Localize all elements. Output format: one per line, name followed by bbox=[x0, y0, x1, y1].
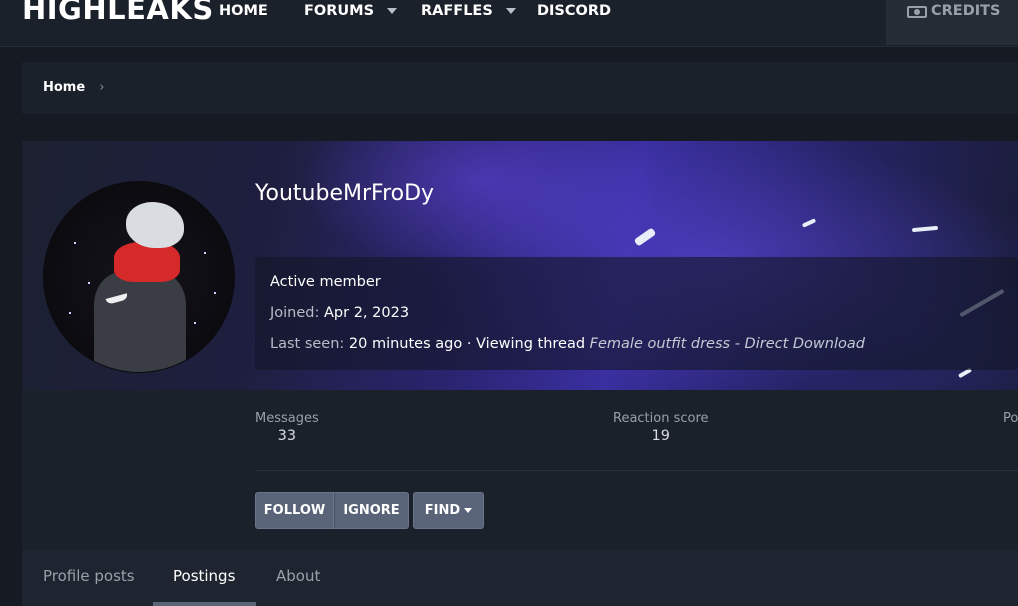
chevron-down-icon[interactable] bbox=[505, 8, 516, 14]
last-seen-label: Last seen: bbox=[270, 336, 345, 352]
avatar[interactable] bbox=[43, 181, 235, 373]
activity-thread-link[interactable]: Female outfit dress - Direct Download bbox=[590, 336, 865, 352]
caret-down-icon bbox=[464, 508, 473, 513]
stats-divider bbox=[255, 470, 1018, 471]
site-logo[interactable]: HIGHLEAKS bbox=[22, 0, 214, 26]
breadcrumb-bar: Home › bbox=[22, 62, 1018, 114]
tab-profile-posts[interactable]: Profile posts bbox=[43, 567, 135, 585]
nav-discord[interactable]: DISCORD bbox=[537, 3, 611, 19]
find-button[interactable]: FIND bbox=[413, 492, 484, 529]
avatar-figure-body bbox=[94, 272, 186, 372]
avatar-star bbox=[204, 252, 206, 254]
stat-points[interactable]: Po bbox=[1003, 411, 1018, 428]
nav-forums-label: FORUMS bbox=[304, 3, 375, 19]
joined-line: Joined: Apr 2, 2023 bbox=[270, 305, 409, 321]
banner-light-streak bbox=[911, 225, 939, 233]
stat-reaction-score[interactable]: Reaction score 19 bbox=[613, 411, 709, 444]
nav-home-label: HOME bbox=[219, 3, 268, 19]
avatar-figure-hair bbox=[126, 202, 184, 248]
profile-tabs: Profile posts Postings About bbox=[22, 550, 1018, 606]
stat-messages[interactable]: Messages 33 bbox=[255, 411, 319, 444]
profile-username: YoutubeMrFroDy bbox=[255, 181, 435, 206]
banner-light-streak bbox=[801, 218, 817, 228]
avatar-star bbox=[88, 282, 90, 284]
money-icon bbox=[907, 6, 927, 18]
avatar-star bbox=[214, 292, 216, 294]
tab-about[interactable]: About bbox=[276, 567, 320, 585]
breadcrumb: Home › bbox=[43, 80, 104, 95]
last-seen-value: 20 minutes ago bbox=[348, 336, 463, 352]
nav-raffles-label: RAFFLES bbox=[421, 3, 493, 19]
active-tab-indicator bbox=[153, 602, 256, 606]
ignore-button[interactable]: IGNORE bbox=[334, 492, 409, 529]
follow-button[interactable]: FOLLOW bbox=[255, 492, 334, 529]
avatar-star bbox=[74, 242, 76, 244]
top-navigation-bar: HIGHLEAKS HOME FORUMS RAFFLES DISCORD CR… bbox=[0, 0, 1018, 47]
follow-ignore-button-group: FOLLOW IGNORE bbox=[255, 492, 409, 529]
activity-text: · Viewing thread bbox=[466, 336, 586, 352]
credits-button[interactable]: CREDITS bbox=[886, 0, 1018, 45]
avatar-figure-hood bbox=[114, 242, 180, 282]
banner-light-streak bbox=[633, 227, 657, 247]
stat-label: Messages bbox=[255, 411, 319, 426]
nav-home[interactable]: HOME bbox=[219, 3, 268, 19]
member-title: Active member bbox=[270, 274, 381, 290]
nav-raffles[interactable]: RAFFLES bbox=[421, 3, 516, 19]
stat-value: 19 bbox=[651, 428, 670, 444]
member-profile-card: YoutubeMrFroDy Active member Joined: Apr… bbox=[22, 141, 1018, 606]
avatar-star bbox=[69, 312, 71, 314]
stat-label: Reaction score bbox=[613, 411, 709, 426]
find-button-label: FIND bbox=[424, 503, 461, 518]
profile-info-box: Active member Joined: Apr 2, 2023 Last s… bbox=[255, 257, 1018, 370]
joined-label: Joined: bbox=[270, 305, 320, 321]
last-seen-line: Last seen: 20 minutes ago · Viewing thre… bbox=[270, 336, 865, 352]
credits-label: CREDITS bbox=[931, 3, 1001, 19]
stat-label: Po bbox=[1003, 411, 1018, 426]
chevron-down-icon[interactable] bbox=[387, 8, 398, 14]
tab-postings[interactable]: Postings bbox=[173, 567, 235, 585]
breadcrumb-home-link[interactable]: Home bbox=[43, 80, 85, 95]
joined-value: Apr 2, 2023 bbox=[324, 305, 410, 321]
chevron-right-icon: › bbox=[99, 80, 105, 95]
stat-value: 33 bbox=[277, 428, 297, 444]
nav-forums[interactable]: FORUMS bbox=[304, 3, 398, 19]
nav-discord-label: DISCORD bbox=[537, 3, 612, 19]
avatar-star bbox=[194, 322, 196, 324]
